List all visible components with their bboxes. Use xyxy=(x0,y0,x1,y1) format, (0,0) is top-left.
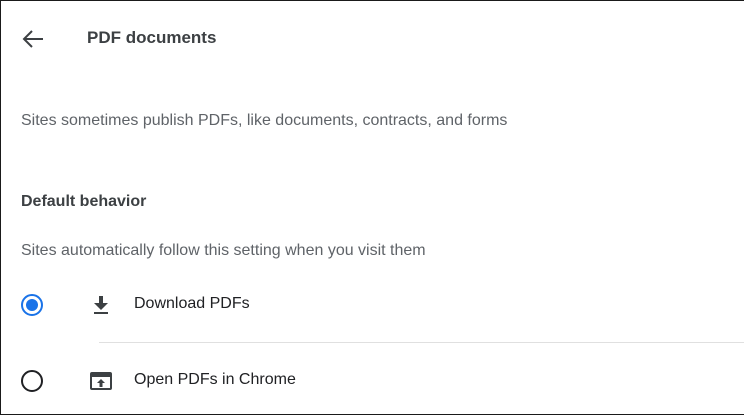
option-label: Open PDFs in Chrome xyxy=(134,371,296,388)
download-icon xyxy=(94,296,108,314)
radio-open-pdfs-in-chrome[interactable] xyxy=(21,370,43,392)
option-download-pdfs[interactable]: Download PDFs xyxy=(1,279,744,331)
arrow-back-icon xyxy=(22,30,43,48)
radio-download-pdfs[interactable] xyxy=(21,294,43,316)
open-in-new-icon xyxy=(90,372,112,390)
page-description: Sites sometimes publish PDFs, like docum… xyxy=(21,112,508,129)
back-button[interactable] xyxy=(19,26,47,52)
settings-page: PDF documents Sites sometimes publish PD… xyxy=(0,0,744,415)
radio-selected-dot xyxy=(26,299,38,311)
option-open-pdfs-in-chrome[interactable]: Open PDFs in Chrome xyxy=(1,355,744,407)
page-title: PDF documents xyxy=(87,28,217,47)
divider xyxy=(99,342,744,343)
section-subtext: Sites automatically follow this setting … xyxy=(21,242,426,259)
page-header: PDF documents xyxy=(1,1,744,77)
option-label: Download PDFs xyxy=(134,295,250,312)
section-heading: Default behavior xyxy=(21,193,147,210)
